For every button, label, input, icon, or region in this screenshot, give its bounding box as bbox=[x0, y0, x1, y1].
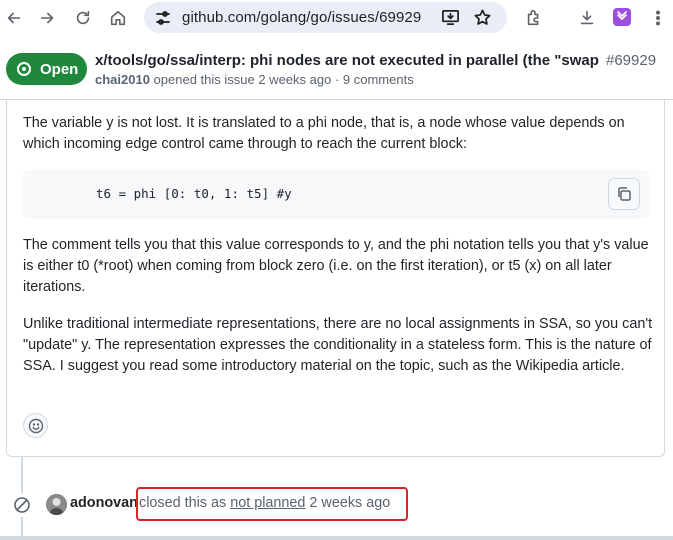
issue-state-badge: Open bbox=[6, 53, 87, 85]
site-settings-icon[interactable] bbox=[154, 9, 172, 27]
home-icon[interactable] bbox=[108, 8, 128, 28]
url-text[interactable]: github.com/golang/go/issues/69929 bbox=[182, 9, 421, 26]
issue-meta: chai2010 opened this issue 2 weeks ago ·… bbox=[95, 72, 414, 87]
add-reaction-button[interactable] bbox=[23, 413, 48, 438]
comment-paragraph-3: Unlike traditional intermediate represen… bbox=[23, 316, 653, 374]
comment-paragraph-2: The comment tells you that this value co… bbox=[23, 237, 649, 295]
install-app-icon[interactable] bbox=[441, 8, 461, 28]
code-block: t6 = phi [0: t0, 1: t5] #y bbox=[23, 170, 649, 219]
copy-code-button[interactable] bbox=[608, 178, 640, 210]
download-icon[interactable] bbox=[577, 8, 597, 28]
extensions-icon[interactable] bbox=[524, 8, 544, 28]
avatar[interactable] bbox=[46, 494, 67, 515]
comment-box: The variable y is not lost. It is transl… bbox=[6, 100, 665, 457]
address-bar[interactable]: github.com/golang/go/issues/69929 bbox=[144, 2, 507, 33]
issue-sticky-header: Open x/tools/go/ssa/interp: phi nodes ar… bbox=[0, 38, 673, 100]
bookmark-star-icon[interactable] bbox=[473, 8, 493, 28]
menu-kebab-icon[interactable] bbox=[648, 8, 668, 28]
copy-icon bbox=[618, 187, 631, 201]
issue-title[interactable]: x/tools/go/ssa/interp: phi nodes are not… bbox=[95, 52, 603, 69]
reload-icon[interactable] bbox=[73, 8, 93, 28]
extension-purple-icon[interactable] bbox=[613, 8, 631, 26]
issue-author-link[interactable]: chai2010 bbox=[95, 72, 150, 87]
issue-state-label: Open bbox=[40, 60, 79, 78]
issue-number: #69929 bbox=[606, 52, 657, 69]
issue-meta-text: opened this issue 2 weeks ago · 9 commen… bbox=[149, 72, 414, 87]
skip-circle-icon bbox=[10, 493, 34, 517]
code-text: t6 = phi [0: t0, 1: t5] #y bbox=[96, 186, 292, 201]
back-arrow-icon[interactable] bbox=[4, 8, 24, 28]
issue-open-icon bbox=[17, 62, 31, 76]
red-highlight-box bbox=[136, 487, 408, 521]
forward-arrow-icon[interactable] bbox=[37, 8, 57, 28]
bottom-divider bbox=[0, 536, 673, 540]
browser-toolbar: github.com/golang/go/issues/69929 bbox=[0, 0, 673, 36]
smiley-icon bbox=[28, 418, 43, 433]
comment-paragraph-1: The variable y is not lost. It is transl… bbox=[23, 115, 625, 152]
event-actor-link[interactable]: adonovan bbox=[70, 495, 138, 511]
